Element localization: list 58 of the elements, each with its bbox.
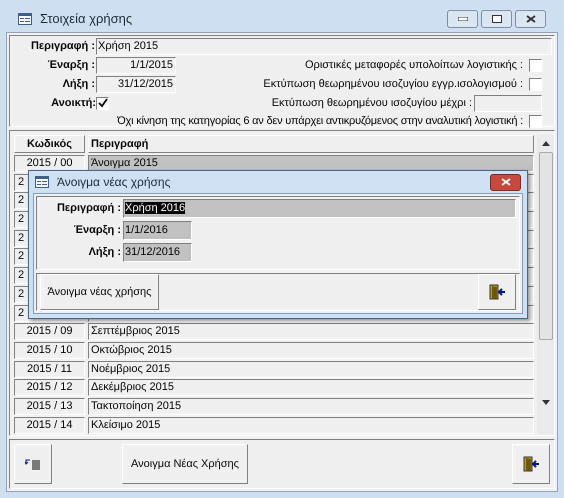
scroll-down-icon bbox=[542, 400, 550, 405]
option-label: Εκτύπωση θεωρημένου ισοζυγίου εγγρ.ισολογισμού : bbox=[262, 77, 524, 92]
option-label: Όχι κίνηση της κατηγορίας 6 αν δεν υπάρχει αντικρυζόμενος στην αναλυτική λογιστική : bbox=[117, 114, 524, 129]
table-cell: 2015 / 13 bbox=[14, 398, 85, 415]
scroll-up-icon bbox=[542, 141, 550, 146]
scrollbar[interactable] bbox=[537, 135, 554, 435]
field-label: Έναρξη : bbox=[46, 58, 96, 74]
table-cell: 2015 / 10 bbox=[14, 342, 85, 359]
column-header: Κωδικός bbox=[14, 135, 85, 153]
table-cell[interactable]: Δεκέμβριος 2015 bbox=[88, 379, 534, 396]
checkbox[interactable] bbox=[529, 59, 542, 72]
table-cell[interactable]: Τακτοποίηση 2015 bbox=[88, 398, 534, 415]
table-cell[interactable]: Νοέμβριος 2015 bbox=[88, 360, 534, 378]
table-cell[interactable]: Κλείσιμο 2015 bbox=[88, 416, 534, 434]
minimize-button[interactable] bbox=[447, 10, 478, 28]
table-cell: 2015 / 00 bbox=[14, 155, 85, 172]
maximize-icon bbox=[492, 15, 502, 23]
table-cell[interactable]: Σεπτέμβριος 2015 bbox=[88, 323, 534, 340]
minimize-icon bbox=[458, 17, 468, 21]
column-header: Περιγραφή bbox=[88, 135, 534, 153]
close-icon bbox=[500, 178, 510, 186]
new-year-button[interactable]: Ανοιγμα Νέας Χρήσης bbox=[122, 444, 248, 484]
field-label: Λήξη : bbox=[62, 77, 96, 92]
checkbox[interactable] bbox=[529, 114, 542, 128]
date-field[interactable]: 31/12/2015 bbox=[96, 76, 176, 93]
description-field[interactable]: Χρήση 2015 bbox=[96, 38, 552, 55]
maximize-button[interactable] bbox=[481, 10, 512, 28]
open-year-button[interactable]: Άνοιγμα νέας χρήσης bbox=[40, 274, 159, 310]
exit-button[interactable] bbox=[512, 444, 550, 484]
option-label: Οριστικές μεταφορές υπολοίπων λογιστικής : bbox=[304, 58, 524, 74]
table-cell: 2015 / 11 bbox=[14, 360, 85, 378]
close-button[interactable] bbox=[490, 174, 521, 190]
table-cell: 2015 / 09 bbox=[14, 323, 85, 340]
form-icon bbox=[18, 13, 32, 25]
close-icon bbox=[526, 15, 536, 23]
list-button[interactable] bbox=[14, 444, 52, 484]
form-icon bbox=[35, 176, 49, 188]
description-field[interactable]: Χρήση 2016 bbox=[123, 199, 516, 218]
exit-button[interactable] bbox=[478, 274, 516, 310]
window-title: Στοιχεία χρήσης bbox=[40, 10, 134, 28]
scroll-thumb[interactable] bbox=[538, 152, 552, 340]
table-cell: 2015 / 12 bbox=[14, 379, 85, 396]
date-field[interactable]: 1/1/2016 bbox=[123, 221, 192, 240]
exit-door-icon bbox=[488, 283, 506, 301]
field-label: Περιγραφή : bbox=[30, 39, 96, 54]
date-field[interactable] bbox=[474, 94, 542, 112]
field-label: Ανοικτή: bbox=[50, 96, 96, 111]
date-field[interactable]: 1/1/2015 bbox=[96, 57, 176, 74]
table-cell: 2015 / 14 bbox=[14, 416, 85, 434]
list-icon bbox=[25, 458, 41, 470]
option-label: Εκτύπωση θεωρημένου ισοζυγίου μέχρι : bbox=[270, 96, 473, 111]
checkbox[interactable] bbox=[96, 96, 109, 110]
checkbox[interactable] bbox=[529, 78, 542, 91]
close-button[interactable] bbox=[515, 10, 546, 28]
table-cell[interactable]: Οκτώβριος 2015 bbox=[88, 342, 534, 359]
exit-door-icon bbox=[522, 455, 540, 473]
date-field[interactable]: 31/12/2016 bbox=[123, 243, 192, 262]
field-label: Λήξη : bbox=[88, 245, 122, 260]
